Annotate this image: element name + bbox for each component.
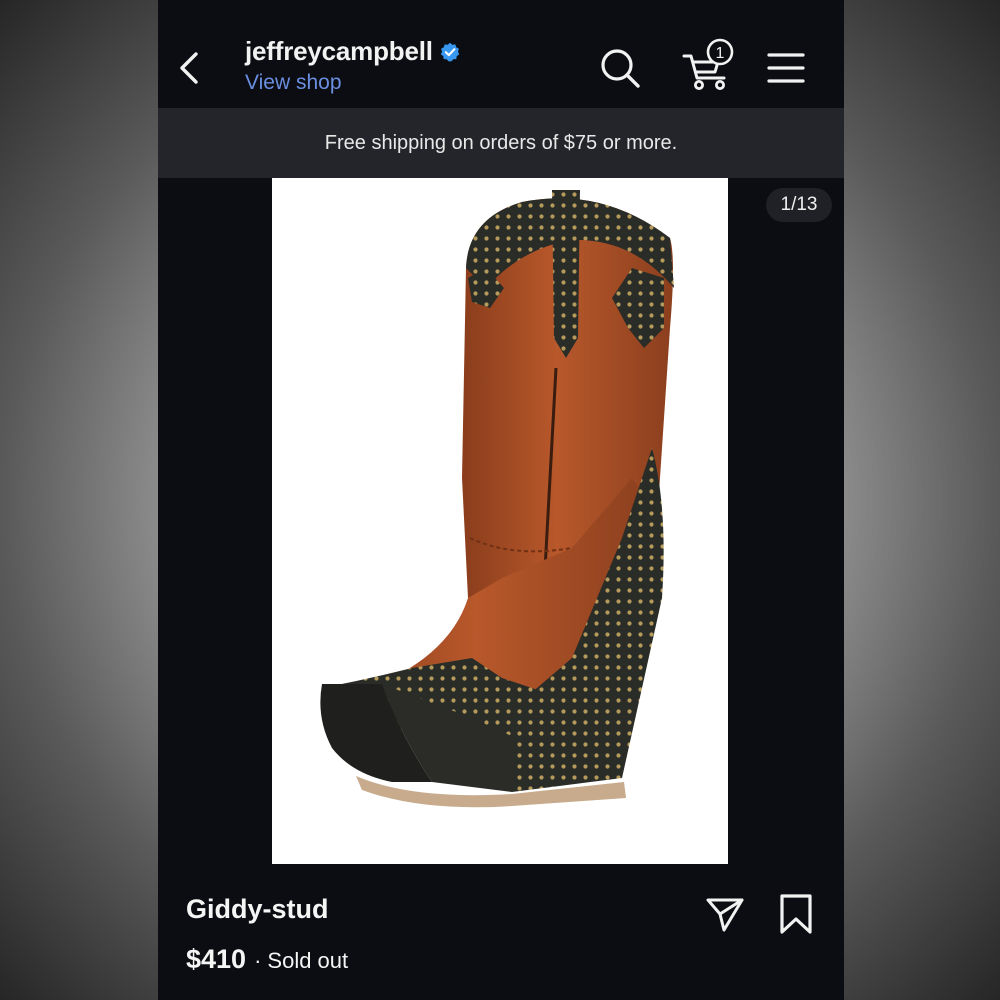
boot-illustration <box>320 190 674 808</box>
cart-icon[interactable]: 1 <box>680 36 736 92</box>
menu-icon[interactable] <box>766 50 806 86</box>
back-arrow-icon[interactable] <box>176 48 204 88</box>
shipping-banner: Free shipping on orders of $75 or more. <box>158 108 844 178</box>
product-image[interactable] <box>272 178 728 864</box>
product-gallery[interactable] <box>158 178 844 864</box>
account-block: jeffreycampbell View shop <box>245 36 460 95</box>
account-name[interactable]: jeffreycampbell <box>245 36 433 67</box>
stock-status: Sold out <box>267 948 349 973</box>
shop-screen: jeffreycampbell View shop 1 Free shippin… <box>158 0 844 1000</box>
bookmark-icon[interactable] <box>776 892 816 936</box>
search-icon[interactable] <box>598 46 642 90</box>
price-separator: · <box>254 948 262 973</box>
image-counter: 1/13 <box>766 188 832 222</box>
price-row: $410 · Sold out <box>186 944 348 975</box>
shipping-banner-text: Free shipping on orders of $75 or more. <box>324 131 678 154</box>
product-title: Giddy-stud <box>186 894 329 924</box>
cart-count-badge: 1 <box>716 45 725 62</box>
product-price: $410 <box>186 944 247 974</box>
view-shop-link[interactable]: View shop <box>245 71 460 95</box>
verified-badge-icon <box>440 42 459 61</box>
share-icon[interactable] <box>704 892 746 934</box>
top-bar: jeffreycampbell View shop 1 <box>158 0 844 108</box>
